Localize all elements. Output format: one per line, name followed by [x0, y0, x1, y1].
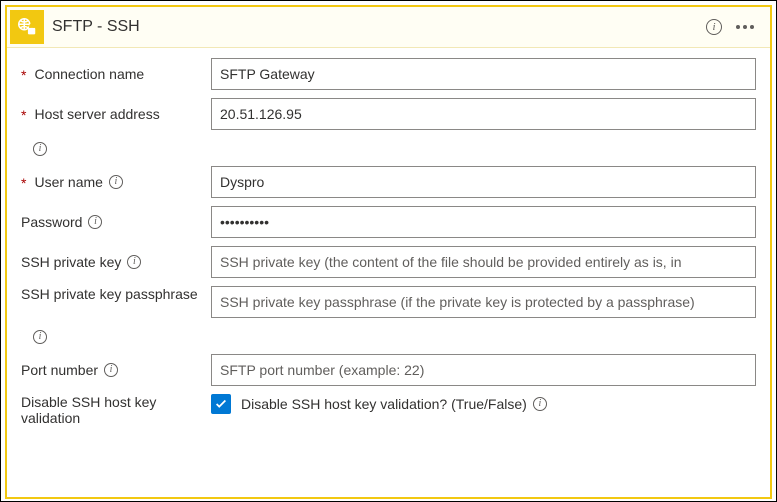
disable-validation-checkbox[interactable]: [211, 394, 231, 414]
field-password: Password i: [21, 206, 756, 238]
info-icon[interactable]: i: [533, 397, 547, 411]
info-icon[interactable]: i: [127, 255, 141, 269]
info-icon[interactable]: i: [109, 175, 123, 189]
more-menu-button[interactable]: [736, 25, 754, 29]
label-disable-validation: Disable SSH host key validation: [21, 394, 211, 426]
sftp-icon: [10, 10, 44, 44]
check-icon: [214, 397, 228, 411]
label-host: * Host server address: [21, 106, 211, 122]
disable-validation-checkbox-label: Disable SSH host key validation? (True/F…: [241, 396, 547, 412]
sftp-ssh-card: SFTP - SSH i * Connection name * Host se…: [5, 5, 772, 499]
field-connection-name: * Connection name: [21, 58, 756, 90]
info-icon[interactable]: i: [706, 19, 722, 35]
ssh-passphrase-input[interactable]: [211, 286, 756, 318]
label-connection-name: * Connection name: [21, 66, 211, 82]
passphrase-info-row: i: [33, 326, 756, 344]
label-port: Port number i: [21, 362, 211, 378]
field-disable-validation: Disable SSH host key validation Disable …: [21, 394, 756, 426]
required-marker: *: [21, 67, 26, 83]
label-ssh-passphrase: SSH private key passphrase: [21, 286, 211, 302]
label-user: * User name i: [21, 174, 211, 190]
field-ssh-passphrase: SSH private key passphrase: [21, 286, 756, 318]
field-host: * Host server address: [21, 98, 756, 130]
ssh-key-input[interactable]: [211, 246, 756, 278]
password-input[interactable]: [211, 206, 756, 238]
host-info-row: i: [33, 138, 756, 156]
label-password: Password i: [21, 214, 211, 230]
field-user: * User name i: [21, 166, 756, 198]
port-input[interactable]: [211, 354, 756, 386]
info-icon[interactable]: i: [33, 142, 47, 156]
required-marker: *: [21, 175, 26, 191]
field-port: Port number i: [21, 354, 756, 386]
field-ssh-key: SSH private key i: [21, 246, 756, 278]
required-marker: *: [21, 107, 26, 123]
card-header: SFTP - SSH i: [7, 7, 770, 47]
info-icon[interactable]: i: [33, 330, 47, 344]
label-ssh-key: SSH private key i: [21, 254, 211, 270]
user-input[interactable]: [211, 166, 756, 198]
card-body: * Connection name * Host server address …: [7, 47, 770, 497]
host-input[interactable]: [211, 98, 756, 130]
info-icon[interactable]: i: [88, 215, 102, 229]
card-title: SFTP - SSH: [52, 18, 706, 36]
connection-name-input[interactable]: [211, 58, 756, 90]
info-icon[interactable]: i: [104, 363, 118, 377]
header-actions: i: [706, 19, 762, 35]
